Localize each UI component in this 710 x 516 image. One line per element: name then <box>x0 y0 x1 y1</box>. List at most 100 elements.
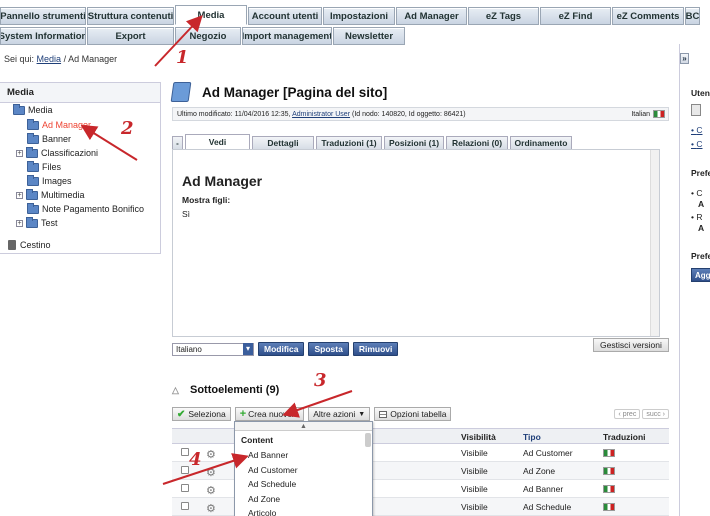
tab-newsletter[interactable]: Newsletter <box>333 27 405 45</box>
tree-item-test[interactable]: + Test <box>16 216 58 228</box>
tab-relazioni[interactable]: Relazioni (0) <box>446 136 508 150</box>
row-checkbox[interactable] <box>181 466 189 474</box>
dropdown-item-ad-schedule[interactable]: Ad Schedule <box>235 477 372 492</box>
tab-ad-manager[interactable]: Ad Manager <box>396 7 467 25</box>
ids-text: (Id nodo: 140820, Id oggetto: 86421) <box>351 111 466 118</box>
expand-icon[interactable]: + <box>16 191 23 199</box>
dropdown-scroll-up[interactable]: ▲ <box>235 422 372 431</box>
tab-vedi[interactable]: Vedi <box>185 134 250 150</box>
tab-ez-comments[interactable]: eZ Comments <box>612 7 684 25</box>
tab-posizioni[interactable]: Posizioni (1) <box>384 136 444 150</box>
col-header-type[interactable]: Tipo <box>523 432 541 442</box>
table-options-button[interactable]: Opzioni tabella <box>374 407 452 421</box>
tab-account-utenti[interactable]: Account utenti <box>248 7 322 25</box>
prev-page-button[interactable]: ‹ prec <box>614 409 641 419</box>
tab-dettagli[interactable]: Dettagli <box>252 136 314 150</box>
right-panel-value-2: A <box>698 223 705 233</box>
row-checkbox[interactable] <box>181 502 189 510</box>
gear-icon[interactable]: ⚙ <box>206 484 216 497</box>
tab-export[interactable]: Export <box>87 27 174 45</box>
tab-import-management[interactable]: Import management <box>242 27 332 45</box>
tab-impostazioni[interactable]: Impostazioni <box>323 7 395 25</box>
tree-label: Cestino <box>20 240 51 250</box>
tab-negozio[interactable]: Negozio <box>175 27 241 45</box>
right-panel-bullet-2: • R <box>691 212 703 222</box>
right-panel-bullet-1: • C <box>691 188 703 198</box>
edit-button[interactable]: Modifica <box>258 342 305 356</box>
tree-item-trash[interactable]: Cestino <box>8 240 51 250</box>
gear-icon[interactable]: ⚙ <box>206 448 216 461</box>
content-tabs: - Vedi Dettagli Traduzioni (1) Posizioni… <box>172 134 574 150</box>
row-checkbox[interactable] <box>181 484 189 492</box>
col-header-visibility[interactable]: Visibilità <box>461 432 496 442</box>
trash-icon <box>8 240 16 250</box>
right-panel-add-button[interactable]: Agg <box>691 268 710 282</box>
tree-item-media[interactable]: Media <box>13 103 53 115</box>
tab-ez-tags[interactable]: eZ Tags <box>468 7 539 25</box>
tab-ez-find[interactable]: eZ Find <box>540 7 611 25</box>
content-actions: Italiano Modifica Sposta Rimuovi <box>172 342 402 356</box>
dropdown-item-ad-zone[interactable]: Ad Zone <box>235 492 372 507</box>
expand-icon[interactable]: + <box>16 149 23 157</box>
table-icon <box>379 410 388 418</box>
field-label-mostra-figli: Mostra figli: <box>182 195 231 205</box>
tab-ordinamento[interactable]: Ordinamento <box>510 136 572 150</box>
tree-item-images[interactable]: Images <box>27 174 72 186</box>
tab-pannello-strumenti[interactable]: Pannello strumenti <box>0 7 86 25</box>
tree-item-note-pagamento-bonifico[interactable]: Note Pagamento Bonifico <box>27 202 144 214</box>
breadcrumb-prefix: Sei qui: <box>4 54 35 64</box>
create-new-button[interactable]: + Crea nuovo/a <box>234 407 305 421</box>
right-panel-link-2[interactable]: • C <box>691 139 702 149</box>
other-actions-button[interactable]: Altre azioni ▼ <box>308 407 371 421</box>
tab-struttura-contenuti[interactable]: Struttura contenuti <box>87 7 174 25</box>
tree-label: Classificazioni <box>41 148 99 158</box>
pager: ‹ prec succ › <box>612 409 669 419</box>
row-type: Ad Schedule <box>523 502 572 512</box>
meta-bar: Ultimo modificato: 11/04/2016 12:35, Adm… <box>172 107 669 121</box>
col-header-translations[interactable]: Traduzioni <box>603 432 646 442</box>
language-select[interactable]: Italiano <box>172 342 254 356</box>
folder-icon <box>27 118 39 130</box>
tree-item-multimedia[interactable]: + Multimedia <box>16 188 85 200</box>
collapse-tabs-button[interactable]: - <box>172 136 183 150</box>
gear-icon[interactable]: ⚙ <box>206 466 216 479</box>
manage-versions-button[interactable]: Gestisci versioni <box>593 338 669 352</box>
next-page-button[interactable]: succ › <box>642 409 669 419</box>
language-label: Italian <box>631 110 650 118</box>
row-checkbox[interactable] <box>181 448 189 456</box>
other-actions-label: Altre azioni <box>313 409 356 419</box>
tree-label: Banner <box>42 134 72 144</box>
folder-icon <box>26 188 38 200</box>
select-button[interactable]: ✔ Seleziona <box>172 407 231 421</box>
tree-item-banner[interactable]: Banner <box>27 132 72 144</box>
move-button[interactable]: Sposta <box>308 342 349 356</box>
view-scrollbar[interactable] <box>650 150 659 336</box>
italian-flag-icon <box>603 503 615 511</box>
gear-icon[interactable]: ⚙ <box>206 502 216 515</box>
tab-system-information[interactable]: System Information <box>0 27 86 45</box>
tab-traduzioni[interactable]: Traduzioni (1) <box>316 136 382 150</box>
tree-item-classificazioni[interactable]: + Classificazioni <box>16 146 99 158</box>
tree-item-files[interactable]: Files <box>27 160 61 172</box>
tree-item-ad-manager[interactable]: Ad Manager <box>27 118 91 130</box>
dropdown-item-articolo[interactable]: Articolo <box>235 506 372 516</box>
right-panel-link-1[interactable]: • C <box>691 125 702 135</box>
dropdown-item-ad-banner[interactable]: Ad Banner <box>235 448 372 463</box>
tab-media[interactable]: Media <box>175 5 247 25</box>
create-label: Crea nuovo/a <box>248 409 300 419</box>
children-section-title[interactable]: △ Sottoelementi (9) <box>172 384 279 396</box>
right-bullet-label: C <box>696 188 703 198</box>
expand-icon[interactable]: + <box>16 219 23 227</box>
breadcrumb-link-media[interactable]: Media <box>37 54 62 64</box>
remove-button[interactable]: Rimuovi <box>352 342 399 356</box>
modified-user-link[interactable]: Administrator User <box>292 111 350 118</box>
language-indicator: Italian <box>631 110 665 118</box>
dropdown-scrollbar[interactable] <box>365 433 371 447</box>
dropdown-item-ad-customer[interactable]: Ad Customer <box>235 463 372 478</box>
page-title: Ad Manager [Pagina del sito] <box>202 84 388 100</box>
tab-bc[interactable]: BC <box>685 7 700 25</box>
main-nav-row-2: System Information Export Negozio Import… <box>0 27 406 45</box>
user-avatar <box>691 104 701 116</box>
folder-icon <box>27 174 39 186</box>
right-panel-expand-button[interactable]: » <box>680 53 689 64</box>
